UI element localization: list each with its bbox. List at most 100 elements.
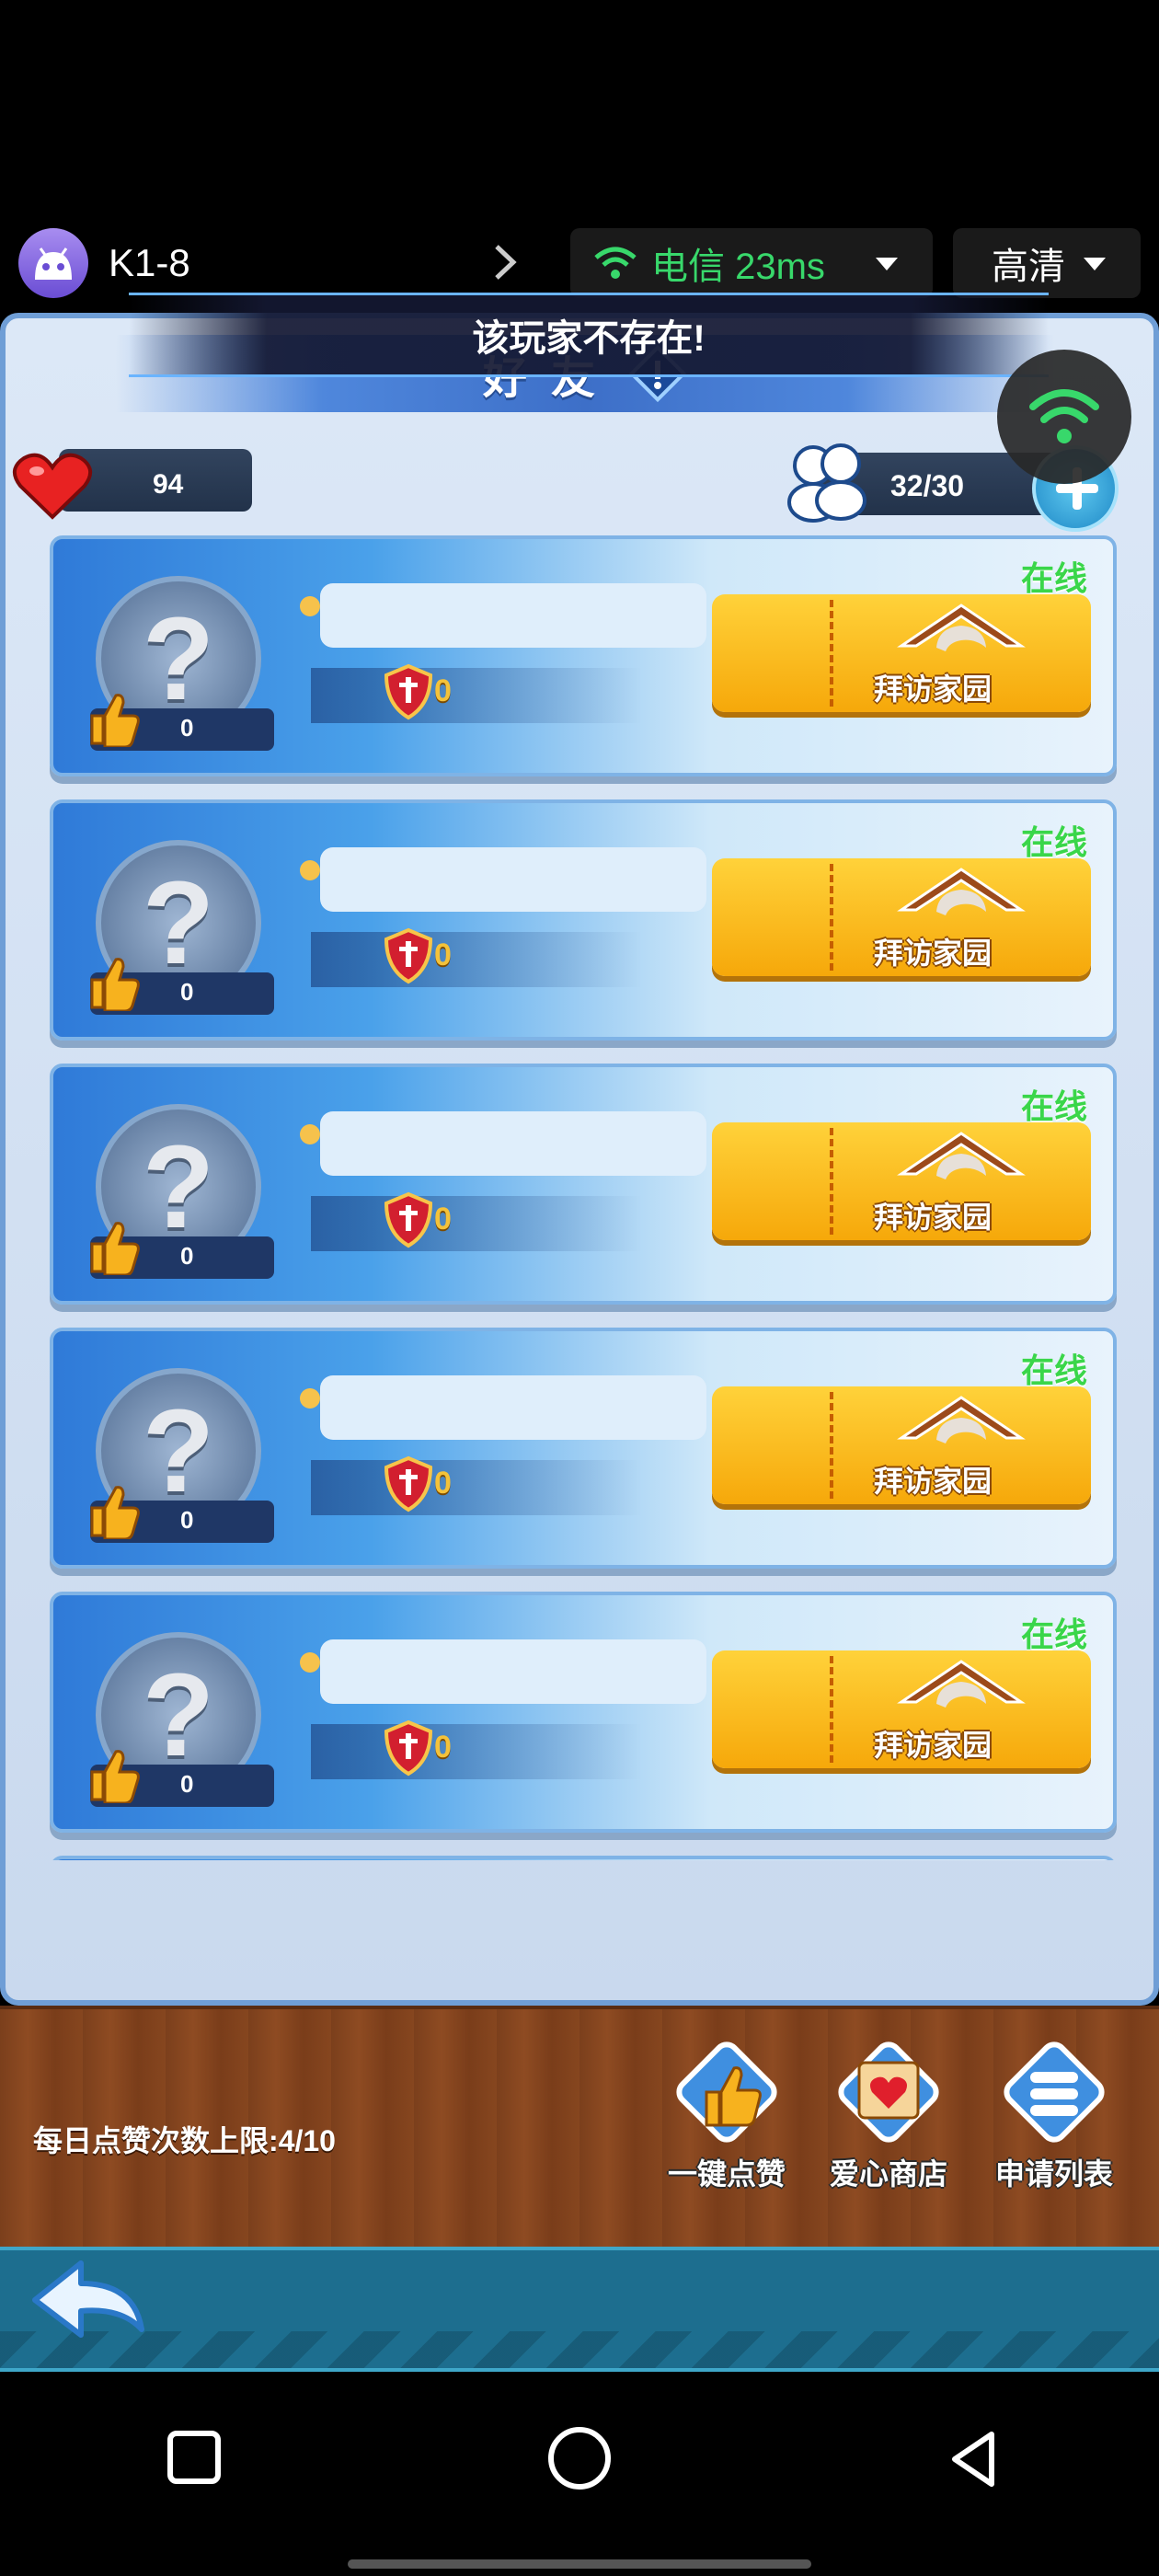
- level-strip: [311, 932, 642, 987]
- home-icon[interactable]: [548, 2427, 611, 2490]
- visit-home-button[interactable]: 拜访家园: [712, 594, 1091, 712]
- badge-value: 0: [434, 1466, 452, 1501]
- back-arrow-icon[interactable]: [24, 2250, 153, 2352]
- friend-card[interactable]: ? 0 0 在线 拜访家园: [50, 1064, 1117, 1305]
- visit-home-button[interactable]: 拜访家园: [712, 1122, 1091, 1240]
- player-name-field: [320, 847, 706, 912]
- question-icon: ?: [142, 592, 215, 725]
- shield-badge-icon: [384, 1719, 433, 1777]
- friend-card[interactable]: ? 0 0 在线 拜访家园: [50, 1592, 1117, 1833]
- badge-value: 0: [434, 673, 452, 708]
- ticket-divider: [830, 1128, 833, 1235]
- thumbs-up-icon[interactable]: [88, 1748, 140, 1803]
- name-dot: [300, 1652, 320, 1673]
- name-dot: [300, 596, 320, 616]
- heart-icon: [13, 453, 92, 520]
- question-icon: ?: [142, 857, 215, 989]
- thumbs-up-icon[interactable]: [88, 1220, 140, 1275]
- shield-badge-icon: [384, 1191, 433, 1248]
- ticket-divider: [830, 600, 833, 707]
- question-icon: ?: [142, 1649, 215, 1781]
- friends-icon: [787, 443, 866, 523]
- name-dot: [300, 1388, 320, 1409]
- level-strip: [311, 1460, 642, 1515]
- chevron-right-icon[interactable]: [488, 239, 524, 285]
- game-nav-strip: [0, 2247, 1159, 2372]
- recents-icon[interactable]: [167, 2431, 221, 2484]
- friend-card[interactable]: ? 0 0 在线 拜访家园: [50, 1328, 1117, 1569]
- badge-value: 0: [434, 1202, 452, 1236]
- home-indicator[interactable]: [348, 2559, 811, 2569]
- visit-home-button[interactable]: 拜访家园: [712, 1650, 1091, 1768]
- visit-home-label: 拜访家园: [874, 673, 993, 706]
- quality-select[interactable]: 高清: [953, 228, 1141, 298]
- request-list-button[interactable]: 申请列表: [981, 2028, 1128, 2208]
- system-navigation-bar: [0, 2374, 1159, 2576]
- love-shop-label: 爱心商店: [829, 2157, 947, 2191]
- like-all-label: 一键点赞: [667, 2157, 786, 2191]
- thumbs-up-icon[interactable]: [88, 692, 140, 747]
- friend-list[interactable]: ? 0 0 在线 拜访家园 ? 0 0 在线 拜访家园 ? 0 0 在线 拜访家…: [50, 535, 1117, 1860]
- house-icon: [897, 1132, 1026, 1179]
- thumbs-up-icon[interactable]: [88, 956, 140, 1011]
- online-status: 在线: [1020, 559, 1087, 597]
- bottom-action-bar: 每日点赞次数上限:4/10 一键点赞 爱心商店 申请列表: [0, 2006, 1159, 2247]
- friends-panel: 好友 94 32/30 ? 0 0 在线 拜访家园 ? 0 0 在线 拜访家园 …: [0, 313, 1159, 2006]
- like-all-button[interactable]: 一键点赞: [653, 2028, 800, 2208]
- name-dot: [300, 1124, 320, 1144]
- toast-message: 该玩家不存在!: [129, 293, 1049, 377]
- caret-down-icon: [1084, 258, 1106, 270]
- name-dot: [300, 860, 320, 880]
- ticket-divider: [830, 864, 833, 971]
- love-shop-button[interactable]: 爱心商店: [815, 2028, 962, 2208]
- question-icon: ?: [142, 1385, 215, 1517]
- like-count: 0: [180, 714, 194, 742]
- shield-badge-icon: [384, 663, 433, 720]
- badge-value: 0: [434, 937, 452, 972]
- house-icon: [897, 1396, 1026, 1443]
- like-count: 0: [180, 1770, 194, 1798]
- like-count: 0: [180, 1242, 194, 1270]
- visit-home-button[interactable]: 拜访家园: [712, 858, 1091, 976]
- thumbs-up-icon[interactable]: [88, 1484, 140, 1539]
- level-strip: [311, 1196, 642, 1251]
- android-icon[interactable]: [18, 228, 88, 298]
- visit-home-label: 拜访家园: [874, 937, 993, 970]
- house-icon: [897, 868, 1026, 915]
- wifi-icon: [594, 247, 637, 279]
- visit-home-label: 拜访家园: [874, 1465, 993, 1498]
- online-status: 在线: [1020, 1351, 1087, 1389]
- level-strip: [311, 668, 642, 723]
- player-name-field: [320, 583, 706, 648]
- friend-count-value: 32/30: [890, 469, 965, 502]
- shield-badge-icon: [384, 927, 433, 984]
- friend-card[interactable]: ? 0 0 在线 拜访家园: [50, 799, 1117, 1041]
- visit-home-button[interactable]: 拜访家园: [712, 1386, 1091, 1504]
- ticket-divider: [830, 1656, 833, 1763]
- house-icon: [897, 604, 1026, 651]
- friend-card[interactable]: ? 0 0 在线 拜访家园: [50, 1856, 1117, 1860]
- player-name-field: [320, 1111, 706, 1176]
- system-back-icon[interactable]: [944, 2429, 1004, 2490]
- quality-label: 高清: [992, 247, 1065, 287]
- visit-home-label: 拜访家园: [874, 1729, 993, 1762]
- friend-card[interactable]: ? 0 0 在线 拜访家园: [50, 535, 1117, 776]
- thumbs-up-icon: [676, 2041, 777, 2143]
- player-name-field: [320, 1375, 706, 1440]
- daily-like-limit: 每日点赞次数上限:4/10: [33, 2124, 336, 2157]
- visit-home-label: 拜访家园: [874, 1201, 993, 1234]
- online-status: 在线: [1020, 823, 1087, 861]
- level-strip: [311, 1724, 642, 1779]
- toast-text: 该玩家不存在!: [472, 318, 706, 359]
- like-count: 0: [180, 978, 194, 1006]
- network-status-button[interactable]: 电信 23ms: [570, 228, 933, 298]
- house-icon: [897, 1660, 1026, 1708]
- online-status: 在线: [1020, 1616, 1087, 1653]
- online-status: 在线: [1020, 1087, 1087, 1125]
- love-shop-icon: [838, 2041, 939, 2143]
- room-id: K1-8: [109, 241, 190, 284]
- request-list-label: 申请列表: [994, 2157, 1113, 2191]
- caret-down-icon: [876, 258, 898, 270]
- like-count: 0: [180, 1506, 194, 1534]
- wifi-status-float-button[interactable]: [997, 350, 1131, 484]
